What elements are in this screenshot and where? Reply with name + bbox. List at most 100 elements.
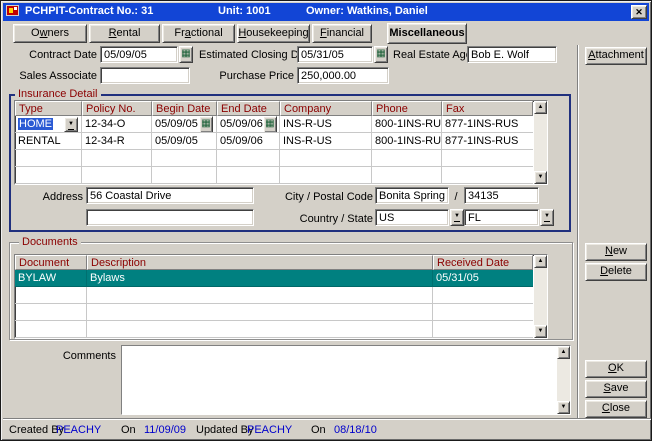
sales-associate-field[interactable] [100, 67, 190, 84]
column-header-document[interactable]: Document [15, 255, 87, 270]
new-button[interactable]: New [585, 243, 647, 261]
state-field[interactable] [464, 209, 539, 226]
calendar-icon: ▦ [201, 118, 210, 129]
address-line2-field[interactable] [86, 209, 254, 226]
sales-associate-label: Sales Associate [9, 69, 97, 83]
close-button[interactable]: Close [585, 400, 647, 418]
documents-row-empty[interactable] [15, 304, 534, 321]
insurance-row-empty[interactable] [15, 150, 534, 167]
tab-rental[interactable]: Rental [89, 24, 160, 43]
real-estate-agent-field[interactable] [467, 46, 557, 63]
insurance-grid-scrollbar[interactable]: ▲ ▼ [534, 101, 547, 184]
tab-fractional[interactable]: Fractional [162, 24, 235, 43]
comments-field[interactable] [122, 346, 557, 414]
updated-by-label: Updated By [196, 424, 253, 436]
purchase-price-label: Purchase Price [199, 69, 294, 83]
policy-no-cell: 12-34-O [85, 118, 148, 130]
purchase-price-field[interactable] [297, 67, 389, 84]
tab-financial[interactable]: Financial [312, 24, 372, 43]
scroll-down-icon[interactable]: ▼ [534, 171, 547, 184]
chevron-down-icon: ▼ [68, 121, 74, 130]
state-dropdown-button[interactable]: ▼ [540, 209, 554, 226]
insurance-row-home[interactable]: HOME ▼ 12-34-O 05/09/05 ▦ 05/09/06 ▦ INS… [15, 116, 534, 133]
fax-cell: 877-1INS-RUS [445, 118, 530, 130]
close-icon[interactable]: ✕ [631, 5, 647, 19]
delete-button[interactable]: Delete [585, 263, 647, 281]
calendar-icon: ▦ [181, 48, 190, 59]
documents-row-empty[interactable] [15, 287, 534, 304]
scroll-up-icon[interactable]: ▲ [534, 255, 547, 268]
insurance-detail-group-label: Insurance Detail [15, 88, 101, 100]
type-dropdown-button[interactable]: ▼ [64, 117, 78, 132]
city-field[interactable] [375, 187, 449, 204]
save-button[interactable]: Save [585, 380, 647, 398]
tab-owners[interactable]: Owners [13, 24, 87, 43]
created-by-value: PEACHY [56, 424, 101, 436]
phone-cell: 800-1INS-RUS [375, 118, 442, 130]
country-dropdown-button[interactable]: ▼ [450, 209, 464, 226]
ok-button[interactable]: OK [585, 360, 647, 378]
column-header-description[interactable]: Description [87, 255, 433, 270]
insurance-row-rental[interactable]: RENTAL 12-34-R 05/09/05 05/09/06 INS-R-U… [15, 133, 534, 150]
scroll-up-icon[interactable]: ▲ [557, 346, 570, 359]
estimated-closing-date-calendar-button[interactable]: ▦ [374, 46, 388, 63]
begin-date-calendar-button[interactable]: ▦ [199, 116, 213, 133]
window-title-owner: Owner: Watkins, Daniel [306, 5, 428, 17]
real-estate-agent-label: Real Estate Agent [393, 48, 464, 62]
column-header-type[interactable]: Type [15, 101, 82, 116]
documents-grid-header: Document Description Received Date [15, 255, 534, 270]
documents-group-label: Documents [19, 236, 81, 248]
app-icon [6, 5, 19, 19]
insurance-row-empty[interactable] [15, 167, 534, 184]
chevron-down-icon: ▼ [454, 213, 460, 222]
column-header-phone[interactable]: Phone [372, 101, 442, 116]
scroll-down-icon[interactable]: ▼ [557, 401, 570, 414]
column-header-policy-no[interactable]: Policy No. [82, 101, 152, 116]
country-state-label: Country / State [283, 212, 373, 226]
postal-code-field[interactable] [464, 187, 539, 204]
contract-date-field[interactable] [100, 46, 178, 63]
city-postal-separator: / [452, 190, 460, 204]
address-line1-field[interactable] [86, 187, 254, 204]
received-date-cell: 05/31/05 [436, 272, 530, 284]
tab-housekeeping[interactable]: Housekeeping [237, 24, 310, 43]
city-postal-label: City / Postal Code [283, 190, 373, 204]
status-bar-divider [3, 418, 651, 420]
begin-date-cell: 05/09/05 [155, 135, 213, 147]
tab-miscellaneous[interactable]: Miscellaneous [387, 23, 467, 44]
column-header-fax[interactable]: Fax [442, 101, 533, 116]
documents-row-empty[interactable] [15, 321, 534, 338]
fax-cell: 877-1INS-RUS [445, 135, 530, 147]
company-cell: INS-R-US [283, 118, 368, 130]
insurance-grid: Type Policy No. Begin Date End Date Comp… [14, 100, 548, 185]
end-date-cell: 05/09/06 [220, 135, 276, 147]
contract-date-calendar-button[interactable]: ▦ [179, 46, 193, 63]
column-header-end-date[interactable]: End Date [217, 101, 280, 116]
chevron-down-icon: ▼ [544, 213, 550, 222]
comments-scrollbar[interactable]: ▲ ▼ [557, 346, 570, 414]
documents-row-bylaw[interactable]: BYLAW Bylaws 05/31/05 [15, 270, 534, 287]
column-header-begin-date[interactable]: Begin Date [152, 101, 217, 116]
end-date-calendar-button[interactable]: ▦ [263, 116, 277, 133]
country-field[interactable] [375, 209, 449, 226]
insurance-grid-header: Type Policy No. Begin Date End Date Comp… [15, 101, 534, 116]
type-cell-selected: HOME [18, 118, 53, 130]
updated-on-label: On [311, 424, 326, 436]
estimated-closing-date-field[interactable] [297, 46, 373, 63]
documents-grid-scrollbar[interactable]: ▲ ▼ [534, 255, 547, 338]
phone-cell: 800-1INS-RUS [375, 135, 442, 147]
contract-date-label: Contract Date [9, 48, 97, 62]
scroll-down-icon[interactable]: ▼ [534, 325, 547, 338]
column-header-received-date[interactable]: Received Date [433, 255, 533, 270]
comments-box: ▲ ▼ [121, 345, 571, 415]
attachment-button[interactable]: Attachment [585, 47, 647, 65]
column-header-company[interactable]: Company [280, 101, 372, 116]
end-date-cell: 05/09/06 [220, 118, 263, 130]
created-on-value: 11/09/09 [144, 424, 186, 436]
description-cell: Bylaws [90, 272, 429, 284]
policy-no-cell: 12-34-R [85, 135, 148, 147]
updated-on-value: 08/18/10 [334, 424, 377, 436]
company-cell: INS-R-US [283, 135, 368, 147]
comments-label: Comments [61, 349, 116, 363]
scroll-up-icon[interactable]: ▲ [534, 101, 547, 114]
